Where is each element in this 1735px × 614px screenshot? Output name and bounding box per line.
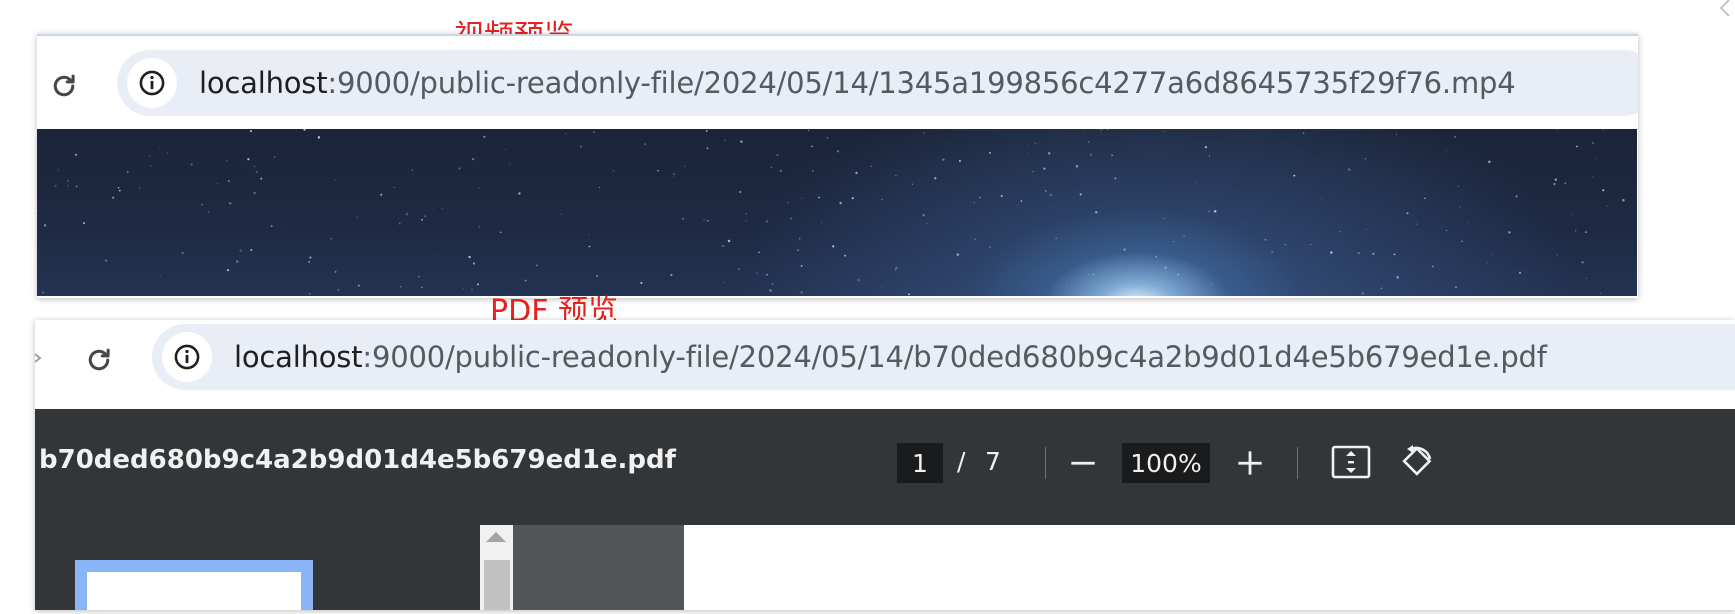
reload-button[interactable] [81, 342, 117, 378]
url-host: localhost [234, 340, 363, 374]
scrollbar-thumb[interactable] [484, 560, 510, 610]
fit-to-page-icon [1331, 445, 1371, 479]
info-icon [139, 70, 165, 96]
rotate-icon [1402, 445, 1432, 476]
address-bar[interactable]: localhost:9000/public-readonly-file/2024… [152, 324, 1735, 390]
rotate-button[interactable] [1395, 441, 1437, 483]
url-host: localhost [199, 66, 328, 100]
video-player[interactable] [37, 129, 1637, 296]
url-path: :9000/public-readonly-file/2024/05/14/b7… [362, 340, 1547, 374]
site-info-button[interactable] [127, 58, 177, 108]
reload-icon [88, 348, 110, 371]
pdf-file-name: b70ded680b9c4a2b9d01d4e5b679ed1e.pdf [39, 445, 676, 475]
minus-icon [1071, 461, 1095, 465]
page-separator: / [957, 447, 966, 476]
back-chevron-icon [35, 350, 43, 370]
toolbar-divider [1045, 447, 1046, 479]
pdf-preview-window: localhost:9000/public-readonly-file/2024… [35, 320, 1735, 610]
scroll-up-arrow[interactable] [486, 532, 506, 542]
pdf-toolbar: b70ded680b9c4a2b9d01d4e5b679ed1e.pdf 1 /… [35, 409, 1735, 525]
address-bar[interactable]: localhost:9000/public-readonly-file/2024… [117, 50, 1638, 116]
starfield [37, 129, 1625, 296]
chevron-left-icon [1715, 0, 1735, 20]
toolbar-divider [1297, 447, 1298, 479]
video-preview-window: localhost:9000/public-readonly-file/2024… [37, 34, 1638, 298]
url-text: localhost:9000/public-readonly-file/2024… [199, 66, 1516, 100]
pdf-page [684, 530, 1735, 610]
url-text: localhost:9000/public-readonly-file/2024… [234, 340, 1547, 374]
reload-icon [53, 74, 75, 97]
total-pages: 7 [985, 447, 1001, 476]
viewer-background [513, 525, 684, 610]
plus-icon [1238, 451, 1262, 475]
zoom-out-button[interactable] [1065, 445, 1101, 481]
info-icon [174, 344, 200, 370]
zoom-in-button[interactable] [1232, 445, 1268, 481]
url-path: :9000/public-readonly-file/2024/05/14/13… [327, 66, 1516, 100]
thumbnail-page[interactable] [87, 572, 301, 610]
zoom-level-input[interactable]: 100% [1122, 443, 1210, 483]
fit-to-page-button[interactable] [1330, 441, 1372, 483]
site-info-button[interactable] [162, 332, 212, 382]
reload-button[interactable] [46, 68, 82, 104]
page-number-input[interactable]: 1 [897, 443, 943, 483]
